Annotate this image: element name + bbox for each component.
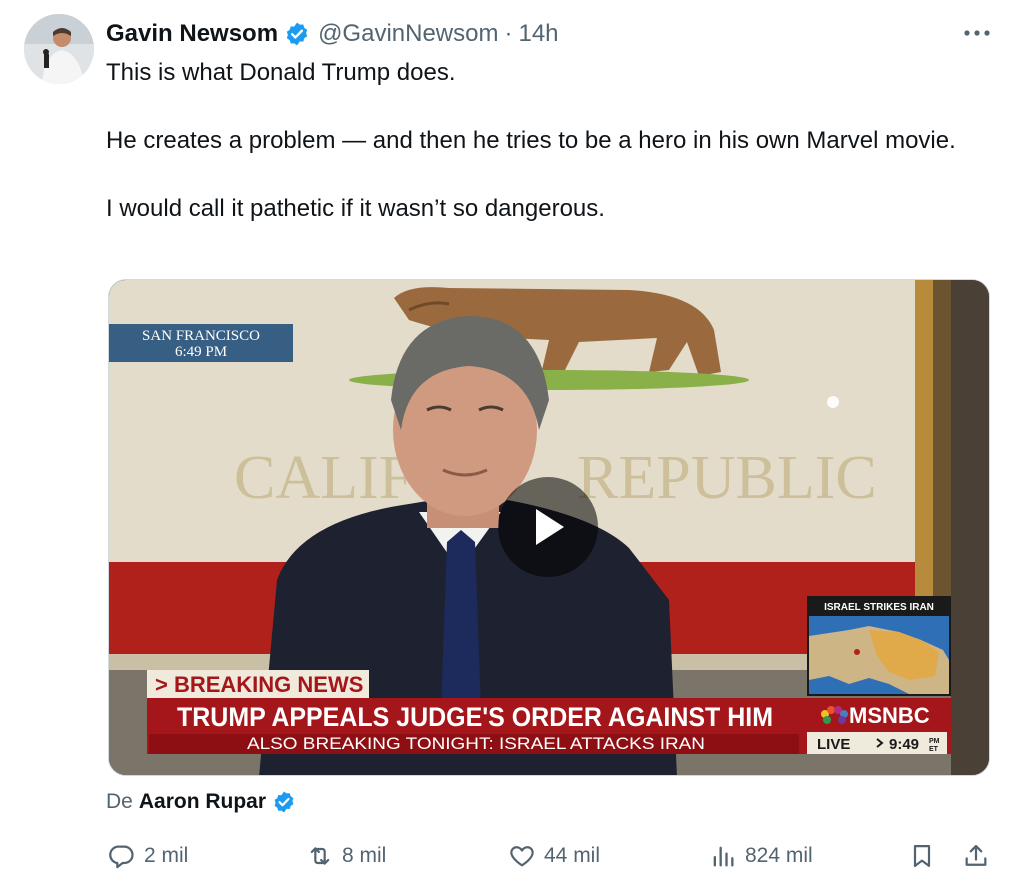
author-handle[interactable]: @GavinNewsom [318, 20, 498, 48]
avatar[interactable] [24, 14, 94, 84]
clock-label: 6:49 PM [175, 344, 227, 360]
live-label: LIVE [817, 736, 850, 753]
inset-map: ISRAEL STRIKES IRAN [807, 596, 951, 696]
network-name: MSNBC [849, 703, 930, 728]
like-count: 44 mil [544, 844, 601, 867]
avatar-photo [24, 14, 94, 84]
verified-badge-icon [274, 791, 294, 813]
tweet-text: This is what Donald Trump does. He creat… [106, 56, 986, 226]
tweet-line: I would call it pathetic if it wasn’t so… [106, 195, 605, 222]
repost-icon [310, 847, 330, 865]
location-bug: SAN FRANCISCO 6:49 PM [109, 324, 293, 362]
breaking-tag: > BREAKING NEWS [155, 672, 363, 697]
tweet-line: He creates a problem — and then he tries… [106, 127, 956, 154]
video-source: De Aaron Rupar [106, 790, 296, 814]
tweet-header: Gavin Newsom @GavinNewsom · 14h [106, 18, 559, 50]
inset-title: ISRAEL STRIKES IRAN [824, 602, 934, 613]
reply-button[interactable]: 2 mil [108, 842, 188, 870]
action-bar: 2 mil 8 mil 44 mil 824 mil [0, 836, 1024, 882]
source-prefix: De [106, 790, 133, 813]
tweet-line: This is what Donald Trump does. [106, 59, 456, 86]
play-icon [536, 509, 564, 545]
reply-icon [109, 845, 134, 869]
live-zone-top: PM [929, 738, 940, 745]
repost-count: 8 mil [342, 844, 387, 867]
repost-button[interactable]: 8 mil [306, 842, 386, 870]
heart-icon [510, 846, 534, 867]
views-button[interactable]: 824 mil [709, 842, 813, 870]
bookmark-button[interactable] [908, 842, 936, 870]
views-chart-icon [713, 846, 734, 867]
share-button[interactable] [962, 842, 990, 870]
like-button[interactable]: 44 mil [508, 842, 600, 870]
play-button[interactable] [498, 477, 598, 577]
headline: TRUMP APPEALS JUDGE'S ORDER AGAINST HIM [177, 702, 773, 732]
views-count: 824 mil [745, 844, 813, 867]
header-separator: · [504, 20, 513, 47]
live-time: 9:49 [889, 736, 919, 753]
more-options-button[interactable] [960, 20, 994, 46]
flag-text-right: REPUBLIC [577, 444, 877, 512]
reply-count: 2 mil [144, 844, 189, 867]
bookmark-icon [913, 844, 931, 868]
live-zone-bottom: ET [929, 746, 939, 753]
subheadline: ALSO BREAKING TONIGHT: ISRAEL ATTACKS IR… [247, 734, 705, 753]
share-icon [965, 844, 987, 866]
source-author[interactable]: Aaron Rupar [139, 790, 266, 814]
author-name[interactable]: Gavin Newsom [106, 20, 278, 48]
verified-badge-icon [286, 22, 308, 46]
more-dots-icon [964, 30, 990, 36]
post-time[interactable]: 14h [518, 20, 558, 48]
location-label: SAN FRANCISCO [142, 328, 260, 344]
